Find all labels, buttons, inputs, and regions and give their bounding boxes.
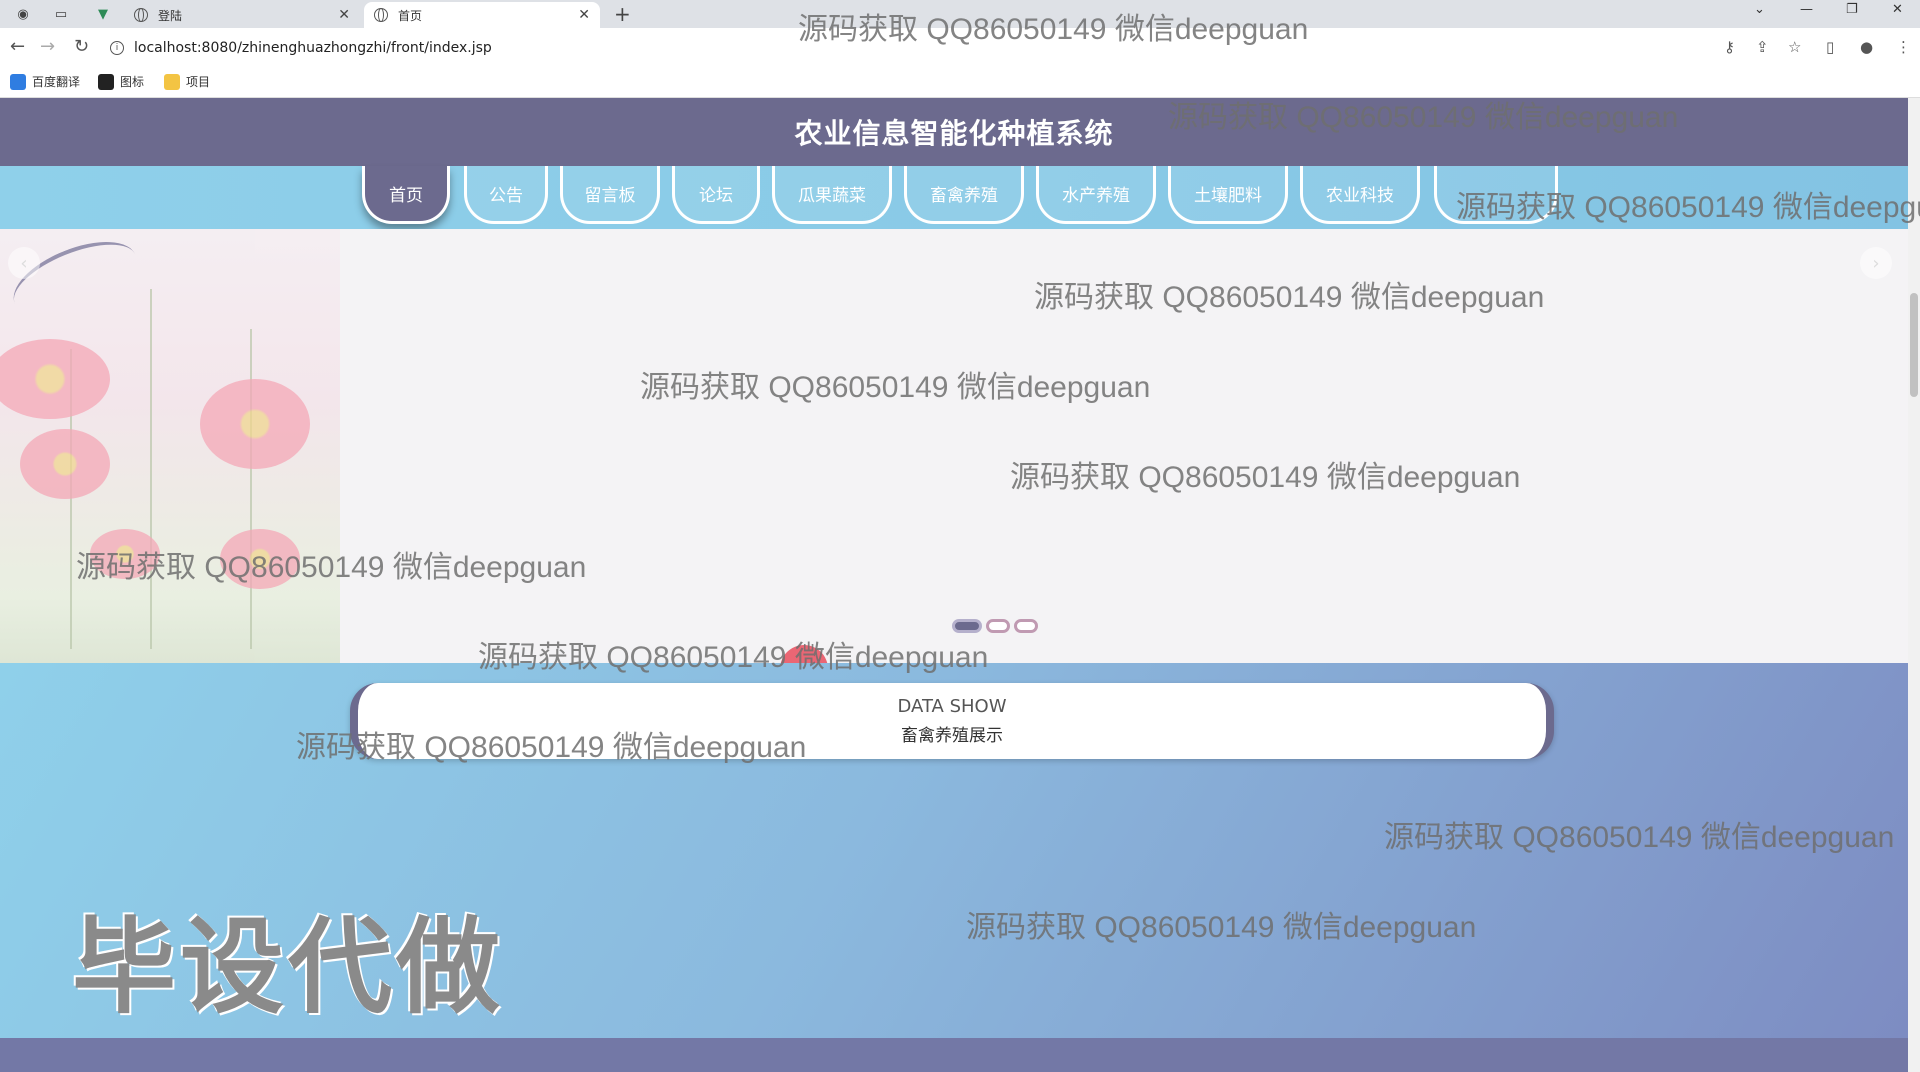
banner-decoration — [3, 229, 147, 332]
reload-icon[interactable]: ↻ — [74, 36, 89, 57]
section-title-en: DATA SHOW — [897, 696, 1007, 717]
carousel-indicators — [952, 619, 1038, 633]
section-bottom-strip — [0, 1038, 1908, 1072]
minimize-icon[interactable]: — — [1800, 2, 1813, 17]
star-icon[interactable]: ☆ — [1788, 38, 1801, 56]
bookmark-label: 百度翻译 — [32, 75, 81, 89]
section-title-card: DATA SHOW 畜禽养殖展示 — [350, 683, 1554, 759]
flower-stem — [150, 289, 152, 649]
sidepanel-icon[interactable]: ▯ — [1826, 38, 1834, 56]
close-icon[interactable]: ✕ — [578, 7, 590, 23]
nav-notice[interactable]: 公告 — [464, 166, 548, 224]
close-icon[interactable]: ✕ — [338, 7, 350, 23]
pinned-tab-blank-icon[interactable]: ▭ — [50, 4, 72, 24]
image-icon — [98, 73, 114, 90]
url-field[interactable]: i localhost:8080/zhinenghuazhongzhi/fron… — [110, 36, 492, 60]
page-scrollbar[interactable] — [1908, 98, 1920, 1072]
translate-icon — [10, 73, 26, 90]
nav-message-board[interactable]: 留言板 — [560, 166, 660, 224]
forward-icon[interactable]: → — [40, 36, 55, 57]
tab-home[interactable]: 首页 ✕ — [364, 2, 600, 28]
site-title: 农业信息智能化种植系统 — [794, 117, 1114, 150]
globe-icon — [374, 8, 388, 22]
bookmark-baidu-translate[interactable]: 百度翻译 — [10, 73, 80, 90]
scrollbar-thumb[interactable] — [1910, 293, 1918, 397]
nav-fruits-vegetables[interactable]: 瓜果蔬菜 — [772, 166, 892, 224]
mouse-cursor-highlight — [780, 645, 828, 663]
flower — [200, 379, 310, 469]
big-watermark: 毕设代做 — [72, 906, 505, 1028]
browser-tab-bar: ◉ ▭ ▼ 登陆 ✕ 首页 ✕ + ⌄ — ❐ ✕ — [0, 0, 1920, 28]
main-nav: 首页 公告 留言板 论坛 瓜果蔬菜 畜禽养殖 水产养殖 土壤肥料 农业科技 — [0, 166, 1908, 229]
info-icon[interactable]: i — [110, 41, 124, 55]
key-icon[interactable]: ⚷ — [1724, 38, 1735, 56]
banner-carousel[interactable]: ‹ › — [0, 229, 1908, 663]
tab-title: 登陆 — [158, 8, 183, 23]
pinned-tab-icon[interactable]: ◉ — [12, 4, 34, 24]
address-bar-row: ← → ↻ i localhost:8080/zhinenghuazhongzh… — [0, 28, 1920, 66]
carousel-dot[interactable] — [986, 619, 1010, 633]
menu-icon[interactable]: ⋮ — [1896, 38, 1911, 56]
nav-livestock[interactable]: 畜禽养殖 — [904, 166, 1024, 224]
carousel-dot[interactable] — [952, 619, 982, 633]
window-close-icon[interactable]: ✕ — [1892, 2, 1903, 17]
nav-agri-tech[interactable]: 农业科技 — [1300, 166, 1420, 224]
bookmark-project[interactable]: 项目 — [164, 73, 210, 90]
bookmark-icons[interactable]: 图标 — [98, 73, 144, 90]
flower — [20, 429, 110, 499]
tab-login[interactable]: 登陆 ✕ — [124, 2, 360, 28]
nav-home[interactable]: 首页 — [362, 166, 450, 224]
bookmark-label: 项目 — [186, 75, 211, 89]
pinned-tab-vue-icon[interactable]: ▼ — [92, 4, 114, 24]
folder-icon — [164, 73, 180, 90]
tab-title: 首页 — [398, 8, 423, 23]
nav-soil-fertilizer[interactable]: 土壤肥料 — [1168, 166, 1288, 224]
restore-icon[interactable]: ❐ — [1846, 2, 1858, 17]
flower — [220, 529, 300, 589]
share-icon[interactable]: ⇪ — [1756, 38, 1769, 56]
bookmark-label: 图标 — [120, 75, 145, 89]
back-icon[interactable]: ← — [10, 36, 25, 57]
profile-icon[interactable]: ● — [1860, 38, 1873, 56]
carousel-next-icon[interactable]: › — [1860, 247, 1892, 279]
carousel-prev-icon[interactable]: ‹ — [8, 247, 40, 279]
flower-stem — [250, 329, 252, 649]
banner-image — [0, 229, 340, 663]
flower — [0, 339, 110, 419]
nav-more[interactable] — [1434, 166, 1558, 224]
bookmarks-bar: 百度翻译 图标 项目 — [0, 66, 1920, 98]
url-text: localhost:8080/zhinenghuazhongzhi/front/… — [134, 40, 492, 56]
nav-forum[interactable]: 论坛 — [672, 166, 760, 224]
carousel-dot[interactable] — [1014, 619, 1038, 633]
section-title-cn: 畜禽养殖展示 — [901, 726, 1003, 746]
tab-search-icon[interactable]: ⌄ — [1754, 2, 1765, 17]
new-tab-icon[interactable]: + — [614, 2, 631, 26]
nav-aquaculture[interactable]: 水产养殖 — [1036, 166, 1156, 224]
site-header: 农业信息智能化种植系统 — [0, 98, 1908, 166]
flower — [90, 529, 160, 579]
globe-icon — [134, 8, 148, 22]
